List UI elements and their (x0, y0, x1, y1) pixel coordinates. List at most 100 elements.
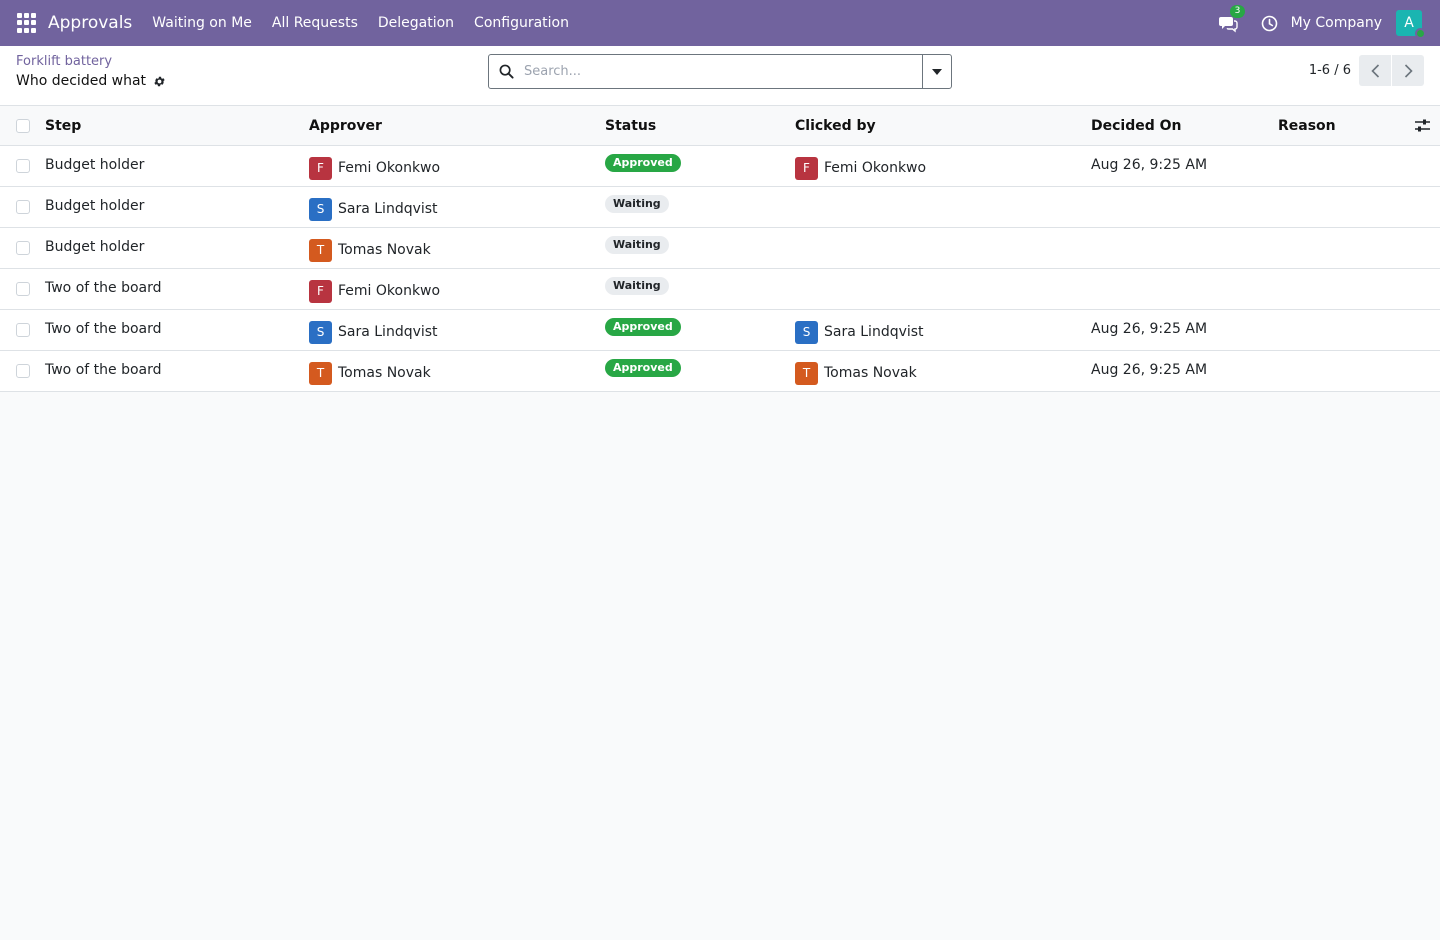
table-row[interactable]: Budget holder F Femi Okonkwo Approved F Femi … (0, 146, 1440, 187)
decided-on-value: Aug 26, 9:25 AM (1091, 362, 1208, 378)
status-badge: Approved (605, 154, 681, 172)
row-checkbox[interactable] (16, 282, 30, 296)
header-approver[interactable]: Approver (309, 106, 382, 145)
table-row[interactable]: Two of the board F Femi Okonkwo Waiting (0, 269, 1440, 310)
decided-on-value: Aug 26, 9:25 AM (1091, 321, 1208, 337)
header-status[interactable]: Status (605, 106, 656, 145)
user-name: Tomas Novak (338, 242, 431, 258)
status-badge: Waiting (605, 236, 669, 254)
header-decided-on[interactable]: Decided On (1091, 106, 1182, 145)
clock-icon[interactable] (1261, 15, 1278, 32)
status-badge: Approved (605, 359, 681, 377)
row-select-cell (16, 146, 30, 186)
header-reason[interactable]: Reason (1278, 106, 1336, 145)
user-name: Femi Okonkwo (824, 160, 927, 176)
status-badge: Waiting (605, 195, 669, 213)
menu-all-requests[interactable]: All Requests (272, 15, 358, 31)
user-avatar[interactable]: A (1396, 10, 1426, 39)
approver-cell: S Sara Lindqvist (309, 187, 438, 227)
decided-on-cell: Aug 26, 9:25 AM (1091, 351, 1207, 391)
avatar: F (309, 156, 332, 180)
search-bar (488, 54, 952, 89)
step-name: Two of the board (45, 280, 162, 296)
clicked-by-cell: F Femi Okonkwo (795, 146, 926, 186)
select-all-cell (16, 106, 30, 145)
step-name: Two of the board (45, 362, 162, 378)
step-cell: Two of the board (45, 310, 162, 350)
step-cell: Budget holder (45, 187, 144, 227)
search-options-toggle[interactable] (922, 55, 951, 88)
row-select-cell (16, 351, 30, 391)
step-name: Two of the board (45, 321, 162, 337)
navbar-systray: 3 My Company A (1218, 0, 1440, 46)
row-select-cell (16, 187, 30, 227)
pager: 1-6 / 6 (1309, 55, 1424, 86)
company-switcher[interactable]: My Company (1291, 15, 1382, 31)
breadcrumb-parent[interactable]: Forklift battery (16, 55, 166, 69)
sliders-icon (1415, 119, 1430, 132)
status-badge: Waiting (605, 277, 669, 295)
caret-down-icon (932, 68, 942, 75)
status-cell: Approved (605, 146, 681, 186)
pager-value[interactable]: 1-6 / 6 (1309, 63, 1351, 78)
header-clicked-by[interactable]: Clicked by (795, 106, 876, 145)
messaging-button[interactable]: 3 (1218, 5, 1246, 33)
control-panel: Forklift battery Who decided what 1-6 / … (0, 46, 1440, 106)
pager-next-button[interactable] (1392, 55, 1424, 86)
decided-on-cell: Aug 26, 9:25 AM (1091, 310, 1207, 350)
avatar: F (309, 279, 332, 303)
user-initial: A (1404, 15, 1414, 31)
clicked-by-cell: T Tomas Novak (795, 351, 917, 391)
approver-cell: F Femi Okonkwo (309, 146, 440, 186)
approver-cell: F Femi Okonkwo (309, 269, 440, 309)
row-checkbox[interactable] (16, 200, 30, 214)
step-cell: Budget holder (45, 228, 144, 268)
status-cell: Approved (605, 310, 681, 350)
avatar: T (795, 361, 818, 385)
avatar: S (795, 320, 818, 344)
row-checkbox[interactable] (16, 159, 30, 173)
step-cell: Two of the board (45, 269, 162, 309)
avatar: S (309, 320, 332, 344)
decided-on-cell: Aug 26, 9:25 AM (1091, 146, 1207, 186)
menu-waiting-on-me[interactable]: Waiting on Me (152, 15, 252, 31)
approver-cell: T Tomas Novak (309, 351, 431, 391)
apps-grid-icon[interactable] (17, 13, 37, 33)
breadcrumb: Forklift battery Who decided what (16, 55, 166, 89)
approver-cell: T Tomas Novak (309, 228, 431, 268)
app-name[interactable]: Approvals (48, 13, 132, 33)
pager-previous-button[interactable] (1359, 55, 1391, 86)
table-row[interactable]: Two of the board S Sara Lindqvist Approved S… (0, 310, 1440, 351)
step-name: Budget holder (45, 239, 145, 255)
table-row[interactable]: Budget holder S Sara Lindqvist Waiting (0, 187, 1440, 228)
row-checkbox[interactable] (16, 364, 30, 378)
menu-configuration[interactable]: Configuration (474, 15, 569, 31)
status-cell: Waiting (605, 228, 669, 268)
avatar: T (309, 238, 332, 262)
row-checkbox[interactable] (16, 241, 30, 255)
row-select-cell (16, 269, 30, 309)
row-select-cell (16, 310, 30, 350)
table-row[interactable]: Two of the board T Tomas Novak Approved T Tom… (0, 351, 1440, 392)
search-icon (499, 64, 514, 79)
user-name: Sara Lindqvist (338, 324, 438, 340)
approver-cell: S Sara Lindqvist (309, 310, 438, 350)
gear-icon[interactable] (153, 75, 166, 88)
select-all-checkbox[interactable] (16, 118, 30, 133)
search-input[interactable] (524, 64, 922, 79)
user-name: Femi Okonkwo (338, 283, 441, 299)
top-navbar: Approvals Waiting on Me All Requests Del… (0, 0, 1440, 46)
avatar: F (795, 156, 818, 180)
optional-columns-toggle[interactable] (1415, 106, 1430, 145)
user-name: Sara Lindqvist (824, 324, 924, 340)
table-row[interactable]: Budget holder T Tomas Novak Waiting (0, 228, 1440, 269)
row-checkbox[interactable] (16, 323, 30, 337)
header-step[interactable]: Step (45, 106, 81, 145)
avatar: S (309, 197, 332, 221)
chat-count-badge: 3 (1229, 5, 1246, 18)
step-cell: Budget holder (45, 146, 144, 186)
page-title: Who decided what (16, 73, 147, 89)
menu-delegation[interactable]: Delegation (378, 15, 454, 31)
status-badge: Approved (605, 318, 681, 336)
table-header: Step Approver Status Clicked by Decided … (0, 106, 1440, 146)
